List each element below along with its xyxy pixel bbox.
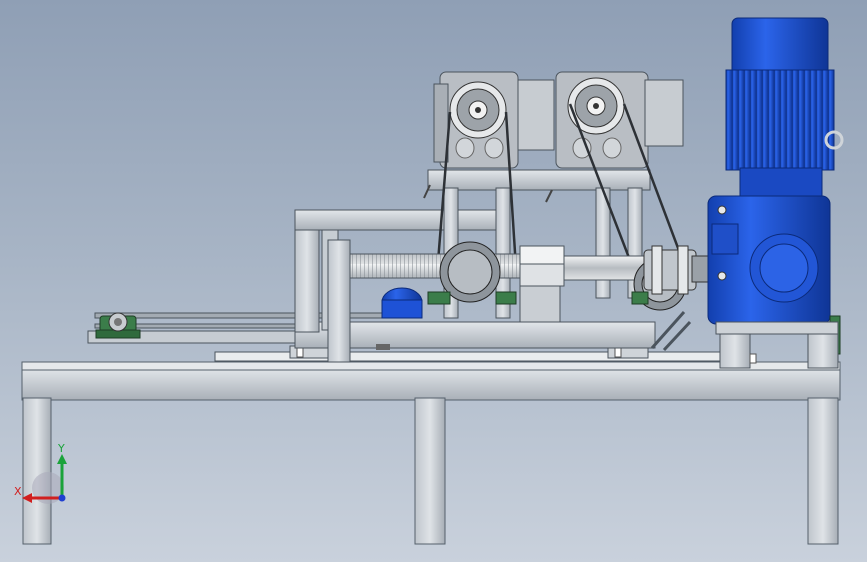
y-axis-label: Y (57, 442, 65, 455)
table-frame[interactable] (21, 361, 841, 545)
y-axis-head (57, 454, 67, 464)
shaft-coupling[interactable] (643, 245, 711, 295)
z-axis-dot (58, 494, 66, 502)
main-gear-motor[interactable] (707, 17, 844, 369)
left-gearbox[interactable] (433, 71, 555, 169)
x-axis-label: X (14, 485, 22, 498)
coordinate-triad: Y X (14, 442, 67, 504)
angled-guide (650, 311, 692, 352)
x-axis-head (22, 493, 32, 503)
cad-viewport[interactable]: Y X (0, 0, 867, 562)
machine-assembly-model[interactable] (0, 0, 867, 562)
